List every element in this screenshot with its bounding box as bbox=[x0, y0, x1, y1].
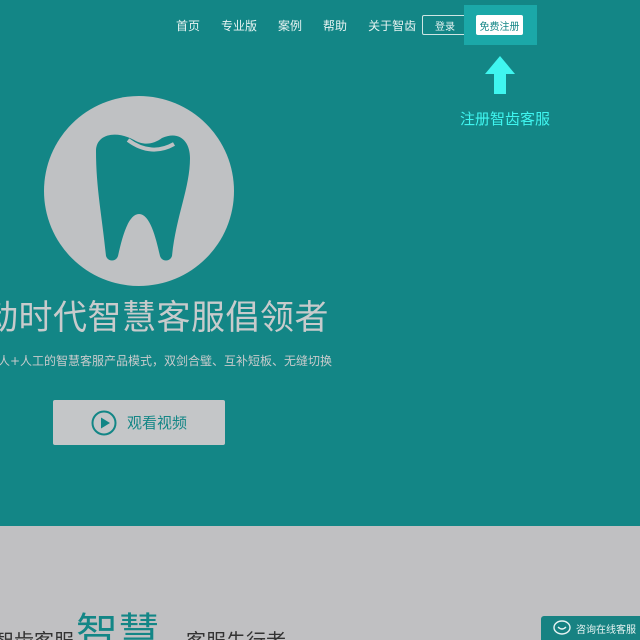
nav-cases[interactable]: 案例 bbox=[278, 17, 302, 34]
login-button[interactable]: 登录 bbox=[422, 15, 468, 35]
online-chat-button[interactable]: 咨询在线客服 bbox=[541, 616, 640, 640]
hero-headline: 动时代智慧客服倡领者 bbox=[0, 298, 329, 338]
play-icon bbox=[91, 410, 117, 435]
hero-subhead: 人+人工的智慧客服产品模式，双剑合璧、互补短板、无缝切换 bbox=[0, 354, 333, 368]
chat-bubble-icon bbox=[553, 620, 571, 635]
logo-circle bbox=[44, 96, 234, 286]
intro-text-left: 智齿客服 bbox=[0, 625, 74, 640]
hero-section: 首页 专业版 案例 帮助 关于智齿 登录 免费注册 注册智齿客服 动时代智慧客服… bbox=[0, 0, 640, 526]
online-chat-label: 咨询在线客服 bbox=[576, 624, 636, 636]
nav-home[interactable]: 首页 bbox=[176, 17, 200, 34]
nav-pro[interactable]: 专业版 bbox=[221, 17, 257, 34]
watch-video-label: 观看视频 bbox=[126, 414, 187, 432]
nav-about[interactable]: 关于智齿 bbox=[368, 17, 416, 34]
main-nav: 首页 专业版 案例 帮助 关于智齿 bbox=[176, 17, 437, 34]
tooth-icon bbox=[96, 134, 190, 261]
intro-text-right: 客服先行者 bbox=[186, 625, 286, 640]
annotation-label: 注册智齿客服 bbox=[460, 110, 551, 128]
arrow-up-icon bbox=[485, 56, 515, 94]
register-button[interactable]: 免费注册 bbox=[476, 15, 523, 35]
nav-help[interactable]: 帮助 bbox=[323, 17, 347, 34]
intro-text-highlight: 智慧 bbox=[76, 609, 161, 640]
watch-video-button[interactable]: 观看视频 bbox=[53, 400, 225, 445]
